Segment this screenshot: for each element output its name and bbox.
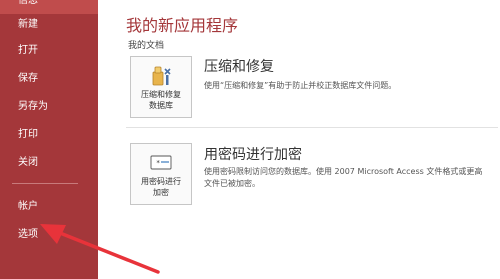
nav-item-save[interactable]: 保存: [0, 66, 98, 92]
nav-item-account[interactable]: 帐户: [0, 194, 98, 220]
svg-text:*: *: [156, 159, 160, 167]
nav-item-close[interactable]: 关闭: [0, 150, 98, 176]
main-panel: 我的新应用程序 我的文档 压缩和修复 数据库 压缩和修复 使用“压缩和修复”有助…: [98, 0, 500, 279]
compact-repair-button[interactable]: 压缩和修复 数据库: [130, 56, 192, 118]
encrypt-tile-label-line2: 加密: [153, 188, 169, 197]
compact-title: 压缩和修复: [204, 59, 274, 75]
nav-item-save-as[interactable]: 另存为: [0, 94, 98, 120]
encrypt-description-line1: 使用密码限制访问您的数据库。使用 2007 Microsoft Access 文…: [204, 167, 483, 176]
section-label: 我的文档: [128, 41, 165, 51]
password-encrypt-icon: *: [150, 155, 172, 170]
encrypt-password-button[interactable]: * 用密码进行 加密: [130, 143, 192, 205]
compact-tile-label-line1: 压缩和修复: [141, 90, 181, 99]
page-title: 我的新应用程序: [126, 16, 239, 35]
nav-divider: [12, 183, 78, 184]
compact-database-icon: [152, 66, 171, 86]
nav-item-open[interactable]: 打开: [0, 38, 98, 64]
compact-tile-label-line2: 数据库: [149, 101, 173, 110]
compact-tile-label: 压缩和修复 数据库: [131, 89, 191, 111]
nav-item-print[interactable]: 打印: [0, 122, 98, 148]
nav-item-new[interactable]: 新建: [0, 12, 98, 38]
nav-item-options[interactable]: 选项: [0, 222, 98, 248]
section-divider: [126, 127, 498, 128]
encrypt-description-line2: 文件已被加密。: [204, 179, 260, 188]
encrypt-title: 用密码进行加密: [204, 147, 302, 163]
encrypt-tile-label: 用密码进行 加密: [131, 176, 191, 198]
backstage-nav: 信息 新建 打开 保存 另存为 打印 关闭 帐户 选项: [0, 0, 98, 279]
encrypt-tile-label-line1: 用密码进行: [141, 177, 181, 186]
compact-description: 使用“压缩和修复”有助于防止并校正数据库文件问题。: [204, 81, 397, 90]
